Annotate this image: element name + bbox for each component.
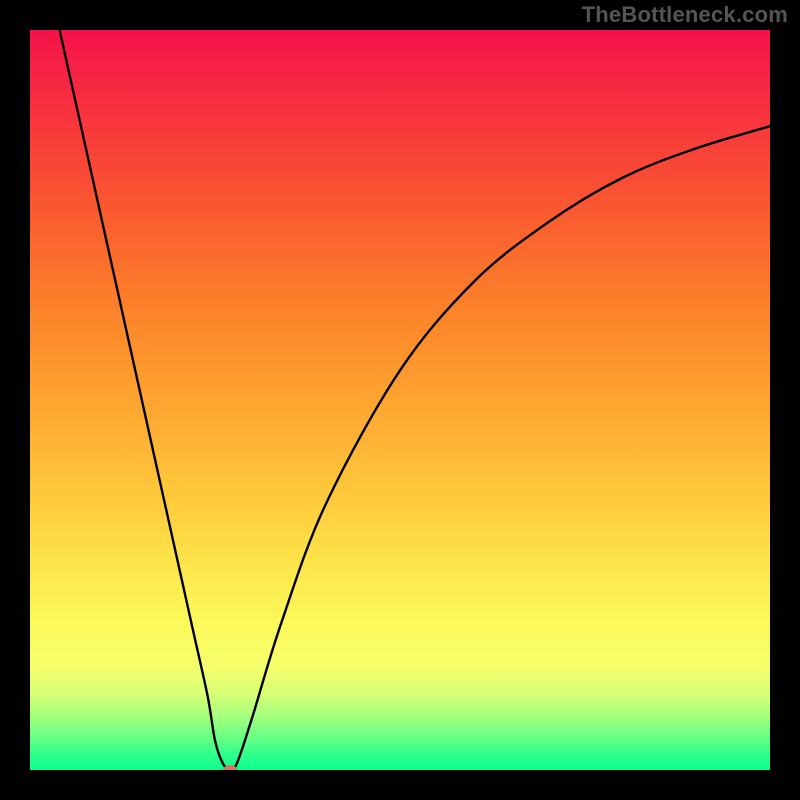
curve-svg <box>30 30 770 770</box>
watermark-text: TheBottleneck.com <box>582 2 788 28</box>
minimum-marker <box>223 765 237 770</box>
chart-frame: TheBottleneck.com <box>0 0 800 800</box>
bottleneck-curve <box>60 30 770 770</box>
plot-area <box>30 30 770 770</box>
